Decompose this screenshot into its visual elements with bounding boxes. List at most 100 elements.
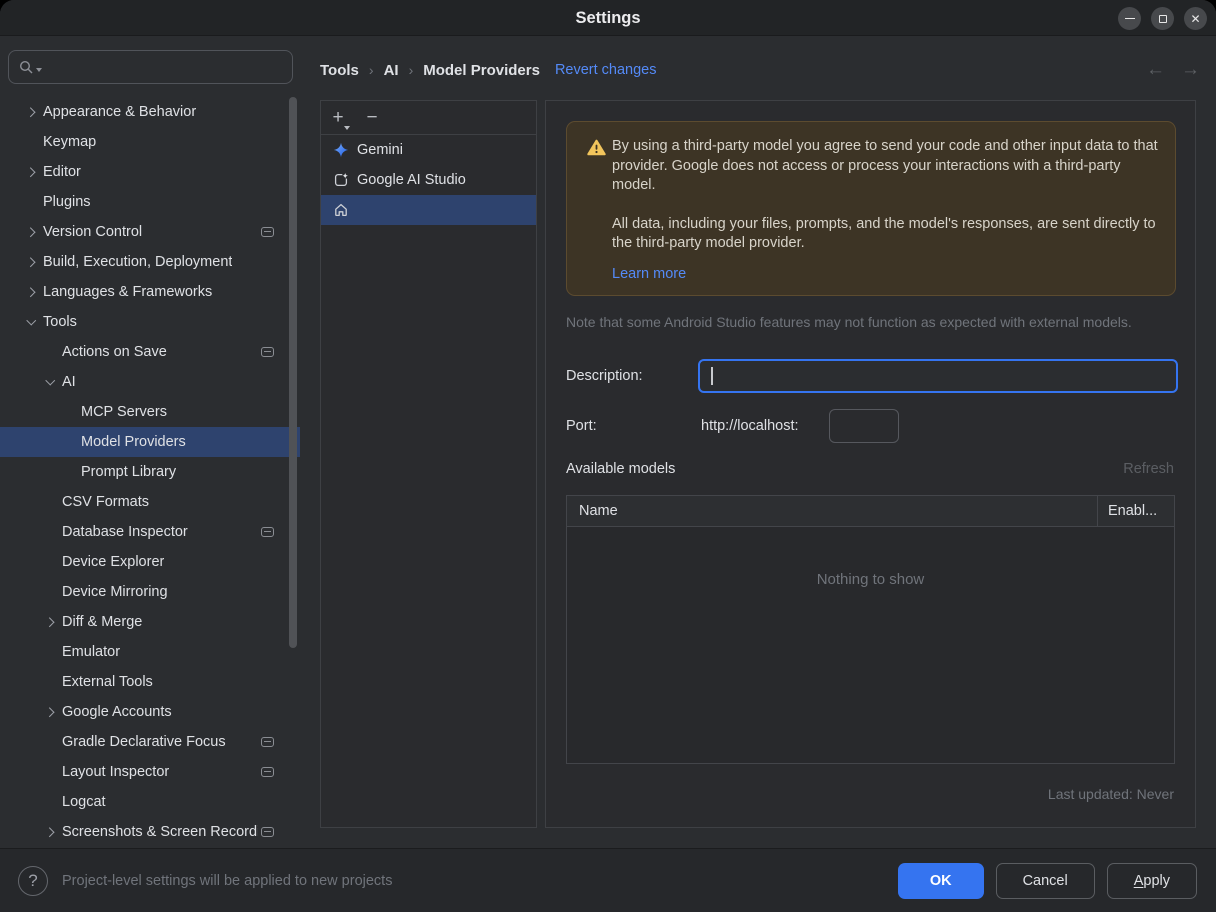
sidebar-item-emulator[interactable]: Emulator: [0, 637, 300, 667]
provider-row-google-ai-studio[interactable]: Google AI Studio: [321, 165, 536, 195]
titlebar: Settings ✕: [0, 0, 1216, 36]
question-icon: ?: [28, 871, 38, 890]
warning-paragraph: By using a third-party model you agree t…: [612, 138, 1158, 193]
apply-mnemonic: A: [1133, 873, 1144, 889]
close-icon: ✕: [1190, 11, 1201, 26]
column-header-enabled[interactable]: Enabl...: [1097, 496, 1174, 526]
modified-badge-icon: [261, 737, 274, 747]
sidebar-item-label: External Tools: [62, 674, 153, 690]
chevron-right-icon: [19, 259, 43, 266]
sidebar-item-gradle-declarative-focus[interactable]: Gradle Declarative Focus: [0, 727, 300, 757]
add-provider-button[interactable]: +: [325, 108, 351, 130]
sidebar-item-label: Keymap: [43, 134, 97, 150]
search-input[interactable]: [42, 59, 292, 75]
sidebar-item-label: Tools: [43, 314, 77, 330]
minus-icon: −: [366, 107, 378, 128]
sidebar-item-actions-on-save[interactable]: Actions on Save: [0, 337, 300, 367]
sidebar-item-screenshots-screen-recording[interactable]: Screenshots & Screen Recordi: [0, 817, 300, 847]
revert-changes-link[interactable]: Revert changes: [555, 62, 657, 78]
close-button[interactable]: ✕: [1184, 7, 1207, 30]
sidebar-item-tools[interactable]: Tools: [0, 307, 300, 337]
chevron-right-icon: [19, 229, 43, 236]
provider-row-new[interactable]: [321, 195, 536, 225]
sidebar-item-database-inspector[interactable]: Database Inspector: [0, 517, 300, 547]
maximize-button[interactable]: [1151, 7, 1174, 30]
sidebar-item-device-explorer[interactable]: Device Explorer: [0, 547, 300, 577]
sidebar-item-label: CSV Formats: [62, 494, 150, 510]
sidebar-item-label: AI: [62, 374, 76, 390]
sidebar-item-layout-inspector[interactable]: Layout Inspector: [0, 757, 300, 787]
sidebar-item-languages-frameworks[interactable]: Languages & Frameworks: [0, 277, 300, 307]
home-icon: [333, 202, 349, 218]
warning-paragraph: All data, including your files, prompts,…: [612, 215, 1156, 252]
chevron-down-icon: [19, 320, 43, 324]
models-table-header: Name Enabl...: [567, 496, 1174, 527]
refresh-button[interactable]: Refresh: [1123, 461, 1174, 477]
sidebar-item-label: Layout Inspector: [62, 764, 170, 780]
provider-row-gemini[interactable]: Gemini: [321, 135, 536, 165]
provider-list-toolbar: + −: [321, 101, 536, 135]
cancel-button[interactable]: Cancel: [995, 863, 1095, 899]
breadcrumb-ai[interactable]: AI: [384, 62, 399, 79]
sidebar-item-logcat[interactable]: Logcat: [0, 787, 300, 817]
modified-badge-icon: [261, 347, 274, 357]
sidebar-item-google-accounts[interactable]: Google Accounts: [0, 697, 300, 727]
chevron-right-icon: [38, 829, 62, 836]
forward-arrow-icon[interactable]: →: [1181, 59, 1200, 81]
description-label: Description:: [566, 368, 643, 384]
sidebar-item-label: Google Accounts: [62, 704, 172, 720]
sidebar-item-build-execution-deployment[interactable]: Build, Execution, Deployment: [0, 247, 300, 277]
sidebar-item-model-providers[interactable]: Model Providers: [0, 427, 300, 457]
sidebar-item-version-control[interactable]: Version Control: [0, 217, 300, 247]
sidebar-item-plugins[interactable]: Plugins: [0, 187, 300, 217]
dialog-buttons: OK Cancel Apply: [897, 863, 1197, 899]
sidebar-item-label: Version Control: [43, 224, 143, 240]
sidebar-item-ai[interactable]: AI: [0, 367, 300, 397]
learn-more-link[interactable]: Learn more: [612, 266, 686, 282]
models-table: Name Enabl... Nothing to show: [566, 495, 1175, 764]
back-arrow-icon[interactable]: ←: [1146, 59, 1165, 81]
sidebar-item-label: Database Inspector: [62, 524, 188, 540]
sidebar-item-appearance-behavior[interactable]: Appearance & Behavior: [0, 97, 300, 127]
search-icon: [19, 60, 33, 73]
sidebar-item-label: Editor: [43, 164, 81, 180]
window-controls: ✕: [1118, 7, 1207, 30]
third-party-warning-banner: By using a third-party model you agree t…: [566, 121, 1176, 296]
help-button[interactable]: ?: [18, 866, 48, 896]
sidebar-item-editor[interactable]: Editor: [0, 157, 300, 187]
sidebar-item-keymap[interactable]: Keymap: [0, 127, 300, 157]
breadcrumb-separator: ›: [368, 62, 374, 78]
remove-provider-button[interactable]: −: [359, 108, 385, 127]
sidebar-item-label: Build, Execution, Deployment: [43, 254, 233, 270]
column-header-name[interactable]: Name: [567, 503, 618, 519]
modified-badge-icon: [261, 767, 274, 777]
sidebar-scrollbar[interactable]: [289, 97, 297, 648]
minimize-button[interactable]: [1118, 7, 1141, 30]
available-models-label: Available models: [566, 461, 676, 477]
modified-badge-icon: [261, 227, 274, 237]
sidebar-item-device-mirroring[interactable]: Device Mirroring: [0, 577, 300, 607]
sidebar-item-external-tools[interactable]: External Tools: [0, 667, 300, 697]
sidebar-item-prompt-library[interactable]: Prompt Library: [0, 457, 300, 487]
ok-button[interactable]: OK: [897, 863, 984, 899]
empty-table-message: Nothing to show: [816, 571, 925, 588]
history-navigation: ← →: [1146, 50, 1200, 90]
settings-search-box[interactable]: [8, 50, 293, 84]
apply-button[interactable]: Apply: [1106, 863, 1197, 899]
text-caret: [711, 367, 713, 385]
sidebar-item-label: Logcat: [62, 794, 106, 810]
sidebar-item-diff-merge[interactable]: Diff & Merge: [0, 607, 300, 637]
sidebar-item-csv-formats[interactable]: CSV Formats: [0, 487, 300, 517]
port-input[interactable]: [829, 409, 899, 443]
description-input[interactable]: [700, 361, 1176, 391]
breadcrumb-tools[interactable]: Tools: [320, 62, 359, 79]
sidebar-item-label: Appearance & Behavior: [43, 104, 197, 120]
sidebar-item-mcp-servers[interactable]: MCP Servers: [0, 397, 300, 427]
sidebar-item-label: Gradle Declarative Focus: [62, 734, 226, 750]
provider-settings-panel: By using a third-party model you agree t…: [545, 100, 1196, 828]
warning-icon: [587, 139, 606, 160]
window-title: Settings: [575, 9, 641, 27]
last-updated-label: Last updated: Never: [1047, 786, 1174, 802]
sidebar-item-label: Actions on Save: [62, 344, 167, 360]
modified-badge-icon: [261, 827, 274, 837]
